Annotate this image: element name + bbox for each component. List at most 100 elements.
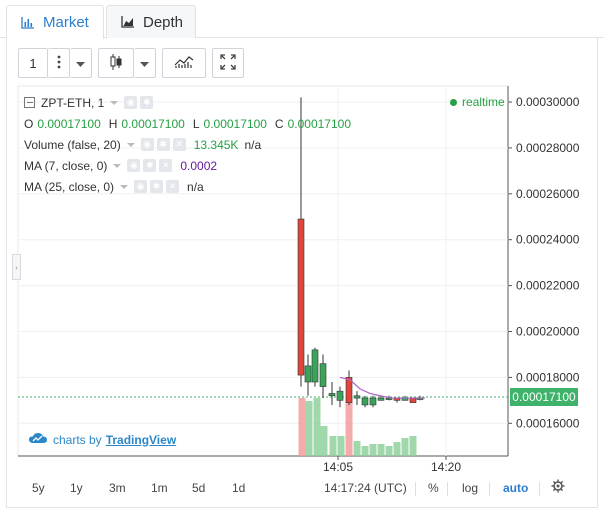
close-icon[interactable]: ✕ xyxy=(166,180,180,193)
chevron-down-icon[interactable] xyxy=(120,184,129,189)
volume-bar xyxy=(313,398,321,456)
study-value: 13.345K xyxy=(193,137,239,152)
legend-symbol-row: ZPT-ETH, 1 ◉ ✱ xyxy=(24,92,359,113)
eye-icon[interactable]: ◉ xyxy=(134,180,148,193)
branding-link[interactable]: TradingView xyxy=(106,433,176,447)
price-tick-label: 0.00022000 xyxy=(516,279,580,293)
price-tick-label: 0.00030000 xyxy=(516,95,580,109)
candle-body xyxy=(311,349,319,383)
realtime-indicator: realtime xyxy=(450,95,505,109)
eye-icon[interactable]: ◉ xyxy=(140,138,154,151)
range-1y[interactable]: 1y xyxy=(70,481,83,495)
price-tick-label: 0.00020000 xyxy=(516,325,580,339)
eye-icon[interactable]: ◉ xyxy=(124,96,138,109)
cloud-logo-icon xyxy=(28,432,48,447)
candle-body xyxy=(304,365,312,383)
divider xyxy=(539,482,540,496)
candle-body xyxy=(353,395,361,399)
divider xyxy=(489,482,490,496)
candle-body xyxy=(369,397,377,406)
volume-bar xyxy=(337,436,345,456)
divider xyxy=(415,482,416,496)
legend-study-volume: Volume (false, 20) ◉ ✱ ✕ 13.345K n/a xyxy=(24,134,359,155)
range-1d[interactable]: 1d xyxy=(232,481,245,495)
gear-icon[interactable]: ✱ xyxy=(140,96,154,109)
branding-prefix: charts by xyxy=(53,432,102,447)
volume-bars xyxy=(298,398,417,456)
legend-symbol: ZPT-ETH, 1 xyxy=(41,95,105,110)
percent-toggle[interactable]: % xyxy=(428,481,439,495)
ohlc-high-value: 0.00017100 xyxy=(121,116,185,131)
volume-bar xyxy=(298,398,306,456)
chevron-down-icon[interactable] xyxy=(113,163,122,168)
tradingview-branding[interactable]: charts by TradingView xyxy=(28,432,176,447)
ohlc-open-value: 0.00017100 xyxy=(37,116,101,131)
study-name: MA (25, close, 0) xyxy=(24,179,115,194)
ohlc-high-key: H xyxy=(108,116,118,131)
close-icon[interactable]: ✕ xyxy=(172,138,186,151)
range-5y[interactable]: 5y xyxy=(32,481,45,495)
close-icon[interactable]: ✕ xyxy=(159,159,173,172)
volume-bar xyxy=(320,426,328,456)
candle-body xyxy=(297,218,305,376)
study-name: MA (7, close, 0) xyxy=(24,158,108,173)
chevron-right-icon: › xyxy=(15,262,18,272)
volume-bar xyxy=(385,446,393,456)
log-toggle[interactable]: log xyxy=(462,481,478,495)
realtime-label: realtime xyxy=(462,95,505,109)
price-tick-label: 0.00016000 xyxy=(516,416,580,430)
ohlc-open-key: O xyxy=(24,116,34,131)
gear-icon[interactable]: ✱ xyxy=(150,180,164,193)
collapse-icon[interactable] xyxy=(24,97,35,108)
volume-bar xyxy=(329,436,337,456)
price-axis: 0.00030000 0.00028000 0.00026000 0.00024000… xyxy=(508,95,580,430)
chevron-down-icon[interactable] xyxy=(126,142,135,147)
candle-body xyxy=(336,390,344,401)
price-tick-label: 0.00018000 xyxy=(516,370,580,384)
candle-body xyxy=(361,397,369,406)
legend-study-ma7: MA (7, close, 0) ◉ ✱ ✕ 0.0002 xyxy=(24,155,359,176)
candle-body xyxy=(319,363,327,387)
volume-bar xyxy=(409,436,417,456)
status-dot-icon xyxy=(450,98,457,106)
gear-icon[interactable] xyxy=(551,479,565,496)
range-5d[interactable]: 5d xyxy=(192,481,205,495)
current-price-tag: 0.00017100 xyxy=(510,388,578,406)
ma-line xyxy=(339,376,425,399)
ohlc-low-value: 0.00017100 xyxy=(203,116,267,131)
legend-study-ma25: MA (25, close, 0) ◉ ✱ ✕ n/a xyxy=(24,176,359,197)
study-value: 0.0002 xyxy=(180,158,218,173)
gear-icon[interactable]: ✱ xyxy=(143,159,157,172)
volume-bar xyxy=(369,444,377,456)
range-3m[interactable]: 3m xyxy=(109,481,126,495)
candle-body xyxy=(409,397,417,403)
auto-toggle[interactable]: auto xyxy=(503,481,528,495)
study-controls: ◉ ✱ ✕ xyxy=(134,180,180,193)
eye-icon[interactable]: ◉ xyxy=(127,159,141,172)
gear-icon[interactable]: ✱ xyxy=(156,138,170,151)
study-controls: ◉ ✱ ✕ xyxy=(127,159,173,172)
ohlc-low-key: L xyxy=(192,116,200,131)
legend-ohlc-row: O 0.00017100 H 0.00017100 L 0.00017100 C 0.0… xyxy=(24,113,359,134)
legend-symbol-controls: ◉ ✱ xyxy=(124,96,154,109)
volume-bar xyxy=(393,442,401,456)
volume-bar xyxy=(305,401,313,456)
study-extra: n/a xyxy=(187,179,204,194)
candle-body xyxy=(328,393,336,397)
volume-bar xyxy=(345,398,353,456)
volume-bar xyxy=(377,444,385,456)
time-axis: 14:05 14:20 xyxy=(323,456,461,474)
bottom-toolbar: 5y 1y 3m 1m 5d 1d 14:17:24 (UTC) % log a… xyxy=(18,478,594,500)
divider xyxy=(447,482,448,496)
current-price-label: 0.00017100 xyxy=(512,390,576,404)
chevron-down-icon[interactable] xyxy=(110,100,119,105)
candle-body xyxy=(377,397,385,401)
ohlc-close-key: C xyxy=(274,116,284,131)
chart-legend: ZPT-ETH, 1 ◉ ✱ O 0.00017100 H 0.00017100 L0… xyxy=(24,92,359,197)
utc-clock[interactable]: 14:17:24 (UTC) xyxy=(324,481,407,495)
volume-bar xyxy=(361,446,369,456)
ohlc-close-value: 0.00017100 xyxy=(287,116,351,131)
volume-bar xyxy=(353,441,361,456)
sidebar-toggle-button[interactable]: › xyxy=(12,254,21,280)
range-1m[interactable]: 1m xyxy=(151,481,168,495)
